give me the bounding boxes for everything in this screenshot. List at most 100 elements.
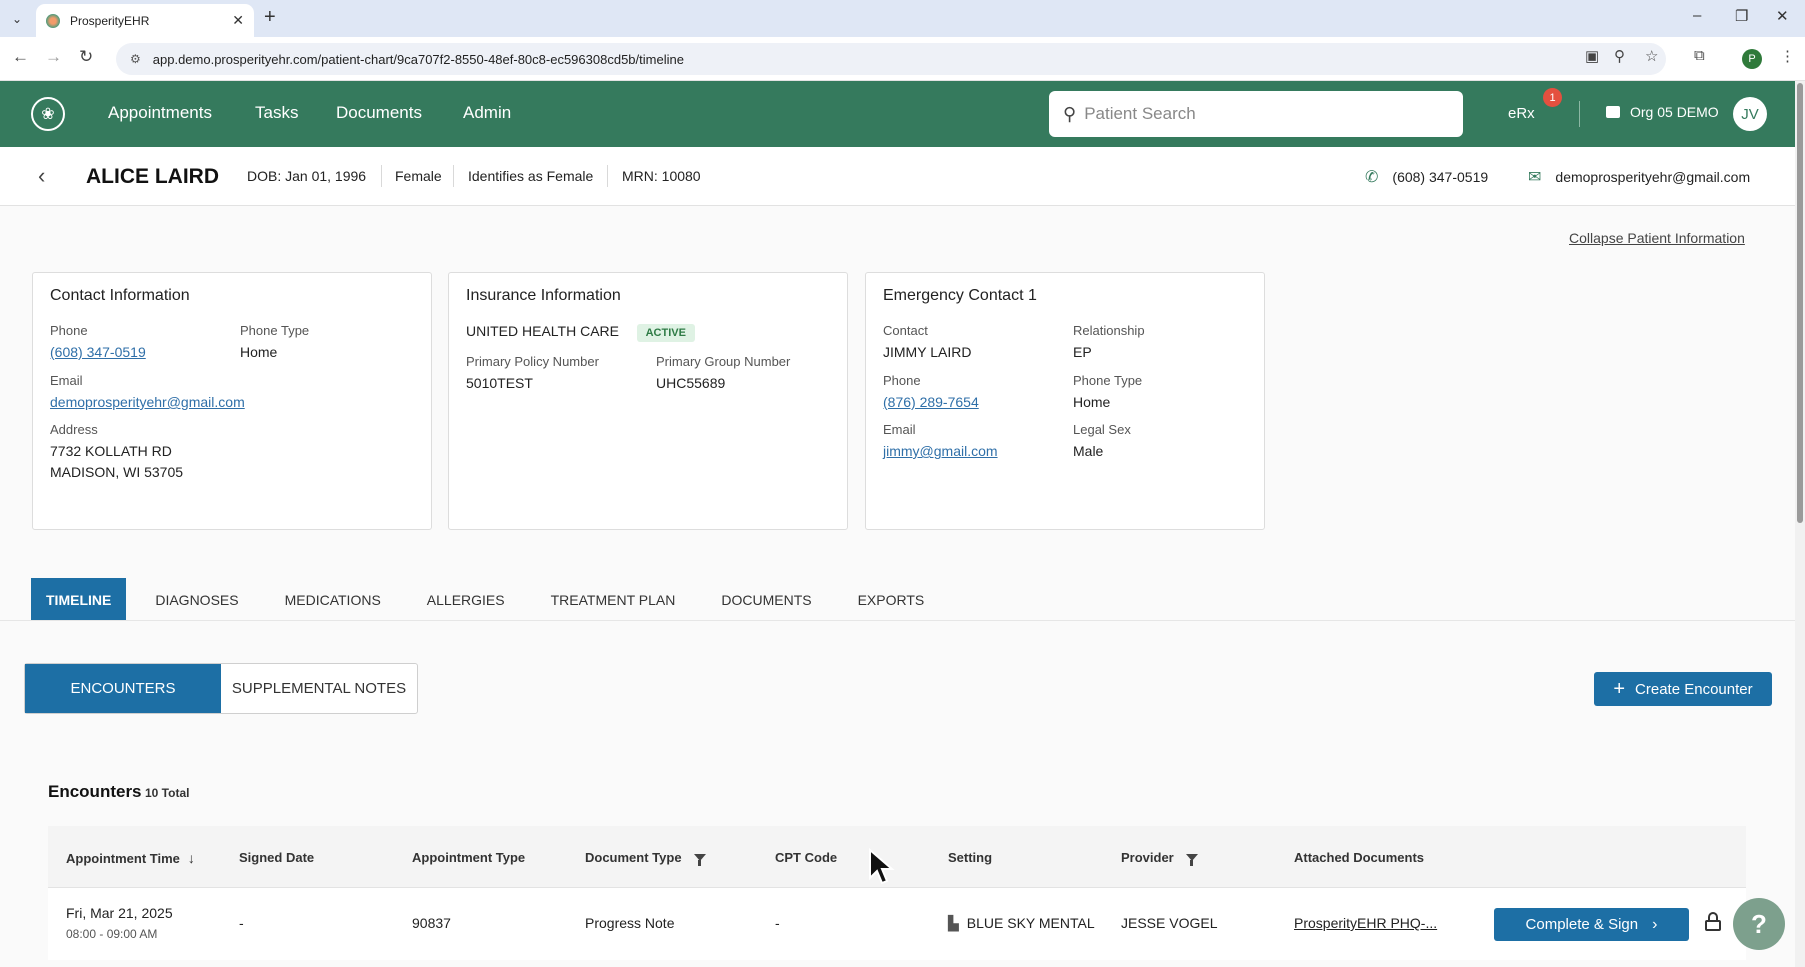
page-scrollbar[interactable] xyxy=(1795,81,1805,967)
column-label: CPT Code xyxy=(775,850,838,865)
sort-arrow-down-icon[interactable]: ↓ xyxy=(188,850,195,866)
site-settings-icon[interactable]: ⚙ xyxy=(130,52,141,66)
collapse-patient-info-link[interactable]: Collapse Patient Information xyxy=(1569,230,1745,246)
tab-diagnoses[interactable]: DIAGNOSES xyxy=(140,578,253,621)
carrier-field: UNITED HEALTH CARE ACTIVE xyxy=(466,321,695,342)
browser-tab-bar: ⌄ ProsperityEHR ✕ + – ❐ ✕ xyxy=(0,0,1805,37)
field-value: UHC55689 xyxy=(656,375,726,391)
close-window-icon[interactable]: ✕ xyxy=(1776,7,1789,25)
extensions-icon[interactable]: ⧉ xyxy=(1694,47,1705,64)
tab-timeline[interactable]: TIMELINE xyxy=(31,578,127,621)
erx-link[interactable]: eRx xyxy=(1508,105,1535,122)
policy-field: Primary Policy Number 5010TEST xyxy=(466,354,599,394)
field-label: Contact xyxy=(883,323,928,338)
browser-tab[interactable]: ProsperityEHR ✕ xyxy=(36,4,254,37)
contact-email-link[interactable]: demoprosperityehr@gmail.com xyxy=(50,394,245,410)
column-appointment-type: Appointment Type xyxy=(412,850,525,865)
column-label: Provider xyxy=(1121,850,1174,865)
scrollbar-thumb[interactable] xyxy=(1797,83,1803,523)
back-arrow-icon[interactable]: ← xyxy=(12,47,29,67)
tab-medications[interactable]: MEDICATIONS xyxy=(270,578,396,621)
back-chevron-icon[interactable]: ‹ xyxy=(38,163,45,189)
user-avatar[interactable]: JV xyxy=(1733,97,1767,131)
row-attached-document: ProsperityEHR PHQ-... xyxy=(1294,915,1437,931)
row-document-type: Progress Note xyxy=(585,915,675,931)
ec-phone-field: Phone (876) 289-7654 xyxy=(883,373,979,413)
field-value: MADISON, WI 53705 xyxy=(50,464,184,480)
ec-email-link[interactable]: jimmy@gmail.com xyxy=(883,443,998,459)
subtab-encounters[interactable]: ENCOUNTERS xyxy=(25,664,221,713)
forward-arrow-icon[interactable]: → xyxy=(45,47,62,67)
encounters-table: Appointment Time ↓ Signed Date Appointme… xyxy=(48,826,1746,960)
row-date: Fri, Mar 21, 2025 xyxy=(66,905,173,921)
browser-menu-icon[interactable]: ⋮ xyxy=(1780,47,1795,65)
patient-gender-identity: Identifies as Female xyxy=(468,168,594,184)
column-provider: Provider xyxy=(1121,850,1198,866)
search-icon: ⚲ xyxy=(1063,103,1077,124)
nav-tasks[interactable]: Tasks xyxy=(255,103,298,123)
field-label: Phone xyxy=(50,323,88,338)
browser-profile-icon[interactable]: P xyxy=(1742,49,1762,69)
nav-documents[interactable]: Documents xyxy=(336,103,422,123)
patient-name: ALICE LAIRD xyxy=(86,165,219,188)
tabs-divider xyxy=(0,620,1795,621)
ec-phone-link[interactable]: (876) 289-7654 xyxy=(883,394,979,410)
lock-icon[interactable] xyxy=(1705,912,1721,931)
attached-document-link[interactable]: ProsperityEHR PHQ-... xyxy=(1294,915,1437,931)
subtab-supplemental-notes[interactable]: SUPPLEMENTAL NOTES xyxy=(221,664,417,713)
bookmark-star-icon[interactable]: ☆ xyxy=(1645,47,1658,65)
table-header: Appointment Time ↓ Signed Date Appointme… xyxy=(48,826,1746,888)
divider xyxy=(381,165,382,187)
app-navbar: ❀ Appointments Tasks Documents Admin ⚲ e… xyxy=(0,81,1795,147)
restore-icon[interactable]: ❐ xyxy=(1735,7,1748,25)
url-bar[interactable]: ⚙ app.demo.prosperityehr.com/patient-cha… xyxy=(116,43,1666,75)
patient-phone[interactable]: ✆ (608) 347-0519 xyxy=(1365,167,1488,187)
tab-exports[interactable]: EXPORTS xyxy=(843,578,940,621)
column-cpt-code: CPT Code xyxy=(775,850,837,865)
close-tab-icon[interactable]: ✕ xyxy=(232,12,244,29)
nav-appointments[interactable]: Appointments xyxy=(108,103,212,123)
org-selector[interactable]: Org 05 DEMO xyxy=(1606,104,1719,120)
mouse-cursor-icon xyxy=(869,848,895,885)
field-label: Phone Type xyxy=(240,323,310,338)
tab-treatment-plan[interactable]: TREATMENT PLAN xyxy=(536,578,691,621)
row-provider: JESSE VOGEL xyxy=(1121,915,1218,931)
reload-icon[interactable]: ↻ xyxy=(79,47,93,67)
patient-email[interactable]: ✉ demoprosperityehr@gmail.com xyxy=(1528,167,1750,187)
minimize-icon[interactable]: – xyxy=(1693,7,1701,24)
app-logo-icon[interactable]: ❀ xyxy=(31,97,65,131)
column-document-type: Document Type xyxy=(585,850,706,866)
patient-search-box[interactable]: ⚲ xyxy=(1049,91,1463,137)
complete-and-sign-button[interactable]: Complete & Sign › xyxy=(1494,908,1689,941)
screenshot-icon[interactable]: ▣ xyxy=(1585,47,1599,65)
relationship-field: Relationship EP xyxy=(1073,323,1145,363)
contact-phone-link[interactable]: (608) 347-0519 xyxy=(50,344,146,360)
field-value: 7732 KOLLATH RD xyxy=(50,443,172,459)
tab-list-chevron-icon[interactable]: ⌄ xyxy=(6,8,28,30)
column-appointment-time[interactable]: Appointment Time ↓ xyxy=(66,850,195,866)
tab-documents[interactable]: DOCUMENTS xyxy=(706,578,826,621)
patient-search-input[interactable] xyxy=(1084,104,1445,124)
filter-funnel-icon[interactable] xyxy=(1185,854,1198,866)
contact-information-card: Contact Information Phone (608) 347-0519… xyxy=(32,272,432,530)
chevron-right-icon: › xyxy=(1652,915,1658,933)
table-row[interactable]: Fri, Mar 21, 2025 08:00 - 09:00 AM - 908… xyxy=(48,888,1746,960)
column-label: Signed Date xyxy=(239,850,315,865)
zoom-icon[interactable]: ⚲ xyxy=(1614,47,1625,65)
patient-sex: Female xyxy=(395,168,442,184)
patient-phone-text: (608) 347-0519 xyxy=(1392,169,1489,185)
chart-tabs: TIMELINE DIAGNOSES MEDICATIONS ALLERGIES… xyxy=(31,578,955,621)
field-label: Address xyxy=(50,422,98,437)
nav-admin[interactable]: Admin xyxy=(463,103,511,123)
help-question-icon[interactable]: ? xyxy=(1733,898,1785,950)
browser-tab-title: ProsperityEHR xyxy=(70,13,150,28)
create-encounter-button[interactable]: + Create Encounter xyxy=(1594,672,1772,706)
filter-funnel-icon[interactable] xyxy=(693,854,706,866)
row-appointment-type: 90837 xyxy=(412,915,451,931)
address-field: Address 7732 KOLLATH RD MADISON, WI 5370… xyxy=(50,422,183,483)
row-setting: ▙ BLUE SKY MENTAL xyxy=(948,915,1095,932)
tab-allergies[interactable]: ALLERGIES xyxy=(412,578,520,621)
column-label: Setting xyxy=(948,850,993,865)
field-label: Email xyxy=(50,373,83,388)
new-tab-plus-icon[interactable]: + xyxy=(264,6,276,29)
